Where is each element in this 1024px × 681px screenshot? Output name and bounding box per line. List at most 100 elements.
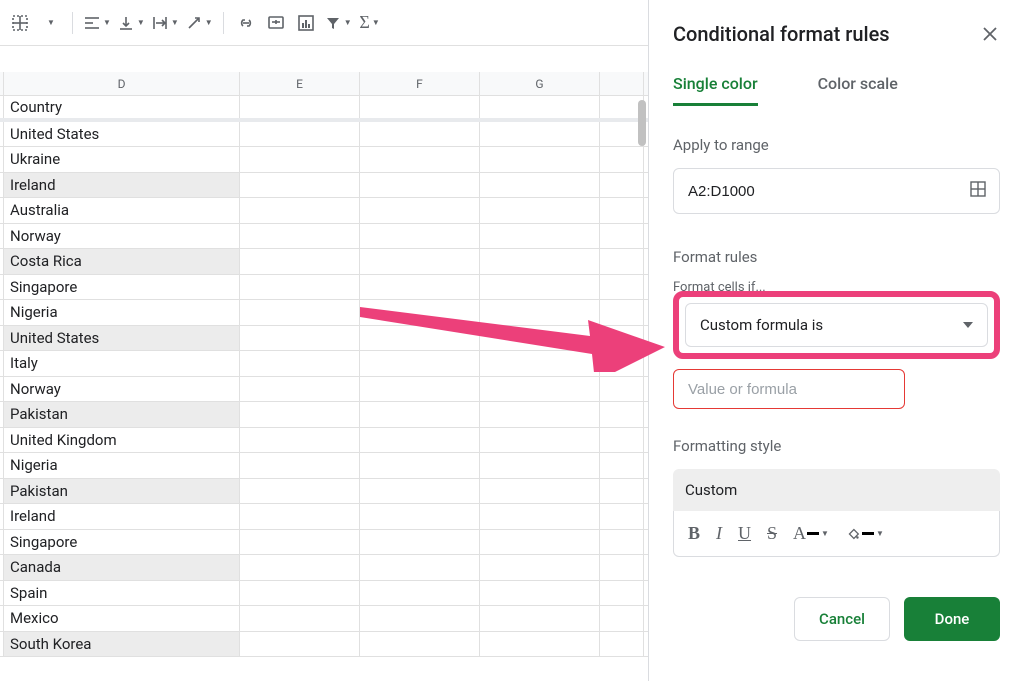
cell[interactable] [240, 249, 360, 274]
cell[interactable] [480, 147, 600, 172]
cell[interactable]: Nigeria [4, 300, 240, 325]
cell[interactable] [600, 504, 644, 529]
cell[interactable] [480, 300, 600, 325]
col-header-e[interactable]: E [240, 72, 360, 95]
cell[interactable] [240, 606, 360, 631]
cell[interactable] [600, 300, 644, 325]
cell[interactable] [600, 224, 644, 249]
table-row[interactable]: Singapore [0, 275, 648, 301]
bold-button[interactable]: B [688, 523, 700, 544]
cell[interactable] [360, 606, 480, 631]
cell[interactable] [360, 249, 480, 274]
cell[interactable]: Italy [4, 351, 240, 376]
cancel-button[interactable]: Cancel [794, 597, 890, 641]
cell[interactable] [240, 530, 360, 555]
cell[interactable]: Singapore [4, 275, 240, 300]
cell[interactable] [600, 377, 644, 402]
table-row[interactable]: Ireland [0, 504, 648, 530]
cell[interactable] [240, 224, 360, 249]
cell[interactable] [480, 606, 600, 631]
cell[interactable] [480, 555, 600, 580]
cell[interactable] [480, 581, 600, 606]
tab-color-scale[interactable]: Color scale [818, 74, 898, 106]
cell[interactable]: Pakistan [4, 479, 240, 504]
table-row[interactable]: Mexico [0, 606, 648, 632]
cell[interactable]: Ireland [4, 173, 240, 198]
cell[interactable]: South Korea [4, 632, 240, 657]
link-button[interactable] [232, 8, 260, 38]
table-row[interactable]: Singapore [0, 530, 648, 556]
cell[interactable] [480, 326, 600, 351]
done-button[interactable]: Done [904, 597, 1000, 641]
cell[interactable]: Spain [4, 581, 240, 606]
cell[interactable] [240, 300, 360, 325]
cell[interactable] [240, 147, 360, 172]
table-row[interactable]: Pakistan [0, 479, 648, 505]
cell[interactable] [480, 377, 600, 402]
cell[interactable] [360, 326, 480, 351]
cell[interactable] [360, 275, 480, 300]
col-header-d[interactable]: D [4, 72, 240, 95]
cell[interactable] [600, 453, 644, 478]
table-row[interactable]: United States [0, 326, 648, 352]
tab-single-color[interactable]: Single color [673, 74, 758, 106]
cell[interactable] [240, 632, 360, 657]
cell[interactable] [240, 479, 360, 504]
cell[interactable]: United States [4, 122, 240, 147]
cell[interactable] [480, 275, 600, 300]
select-range-icon[interactable] [969, 180, 987, 202]
cell[interactable] [480, 351, 600, 376]
cell[interactable] [600, 402, 644, 427]
cell[interactable] [600, 428, 644, 453]
table-row[interactable]: Italy [0, 351, 648, 377]
cell[interactable]: Canada [4, 555, 240, 580]
cell[interactable] [480, 224, 600, 249]
table-row[interactable]: Costa Rica [0, 249, 648, 275]
cell[interactable]: United Kingdom [4, 428, 240, 453]
cell[interactable] [240, 173, 360, 198]
comment-button[interactable] [262, 8, 290, 38]
style-preview[interactable]: Custom [673, 469, 1000, 511]
cell[interactable] [360, 122, 480, 147]
cell[interactable]: Australia [4, 198, 240, 223]
underline-button[interactable]: U [738, 523, 751, 544]
range-field[interactable] [686, 182, 969, 201]
cell[interactable] [480, 453, 600, 478]
filter-button[interactable]: ▼ [322, 8, 354, 38]
cell[interactable]: Costa Rica [4, 249, 240, 274]
cell[interactable]: Mexico [4, 606, 240, 631]
table-row[interactable]: United States [0, 122, 648, 148]
cell[interactable] [600, 173, 644, 198]
cell[interactable] [360, 198, 480, 223]
merge-dropdown[interactable]: ▼ [36, 8, 64, 38]
cell[interactable] [600, 479, 644, 504]
borders-button[interactable] [6, 8, 34, 38]
frozen-header-row[interactable]: Country [0, 96, 648, 122]
cell[interactable]: Ireland [4, 504, 240, 529]
table-row[interactable]: Ireland [0, 173, 648, 199]
table-row[interactable]: South Korea [0, 632, 648, 658]
cell[interactable] [240, 555, 360, 580]
cell[interactable] [360, 632, 480, 657]
col-header-f[interactable]: F [360, 72, 480, 95]
table-row[interactable]: Nigeria [0, 453, 648, 479]
cell[interactable] [360, 173, 480, 198]
cell[interactable] [360, 224, 480, 249]
table-row[interactable]: Norway [0, 224, 648, 250]
cell[interactable]: Ukraine [4, 147, 240, 172]
cell[interactable] [240, 326, 360, 351]
cell[interactable] [360, 428, 480, 453]
column-headers[interactable]: D E F G [0, 72, 648, 96]
cell[interactable] [600, 555, 644, 580]
chart-button[interactable] [292, 8, 320, 38]
table-row[interactable]: Australia [0, 198, 648, 224]
cell[interactable] [480, 632, 600, 657]
cell[interactable] [360, 555, 480, 580]
table-row[interactable]: Norway [0, 377, 648, 403]
v-align-button[interactable]: ▼ [115, 8, 147, 38]
cell[interactable] [480, 504, 600, 529]
strike-button[interactable]: S [767, 523, 777, 544]
cell[interactable]: Nigeria [4, 453, 240, 478]
cell[interactable] [480, 249, 600, 274]
cell[interactable]: Norway [4, 224, 240, 249]
